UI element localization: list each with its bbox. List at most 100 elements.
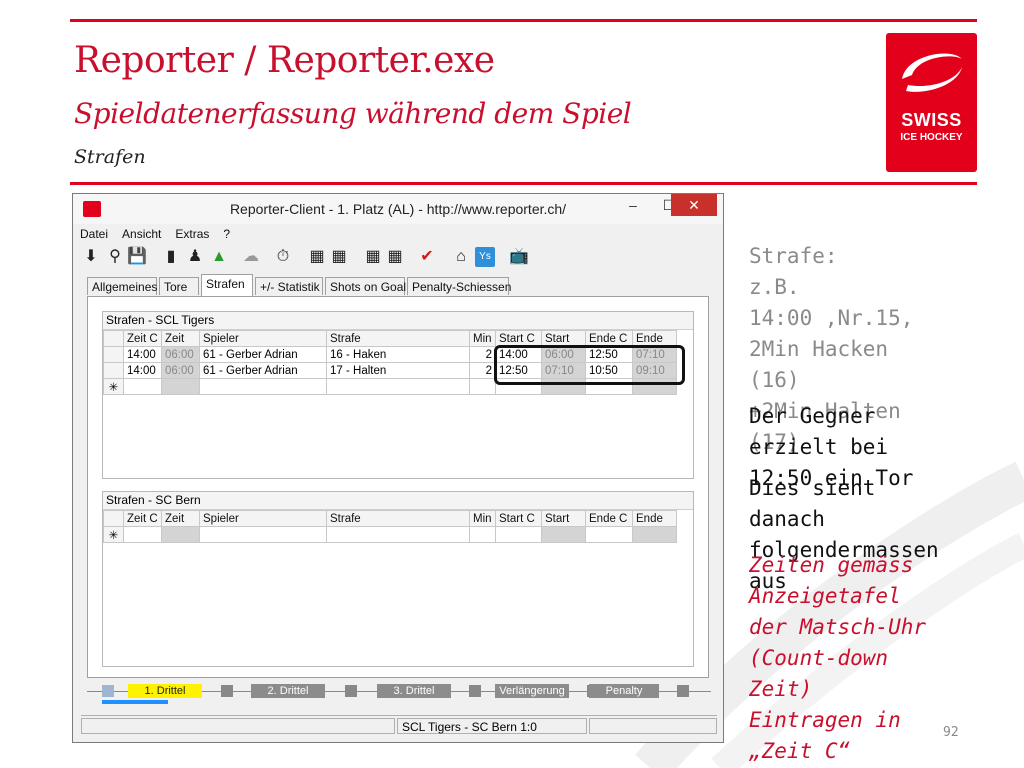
new-row[interactable]: ✳	[103, 526, 677, 543]
tab-penalty-schiessen[interactable]: Penalty-Schiessen	[407, 277, 511, 295]
players-icon[interactable]: ♟	[185, 247, 205, 267]
start-ende-highlight-box	[494, 345, 685, 385]
close-button[interactable]: ✕	[671, 194, 717, 216]
col-strafe[interactable]: Strafe	[326, 510, 470, 527]
home-group-title: Strafen - SCL Tigers	[103, 312, 693, 330]
col-spieler[interactable]: Spieler	[199, 510, 327, 527]
period-marker[interactable]	[345, 685, 357, 697]
row-header-cell	[103, 510, 124, 527]
team-b-icon[interactable]: ▦	[329, 247, 349, 267]
status-field-right	[589, 718, 717, 734]
tab-shots-on-goal[interactable]: Shots on Goal	[325, 277, 406, 295]
cell-ende-c[interactable]	[585, 526, 633, 543]
home-icon[interactable]: ⌂	[451, 247, 471, 267]
row-header-cell	[103, 330, 124, 347]
period-2-drittel[interactable]: 2. Drittel	[251, 684, 325, 698]
new-row-marker: ✳	[103, 526, 124, 543]
status-bar: SCL Tigers - SC Bern 1:0	[81, 715, 717, 736]
col-ende-c[interactable]: Ende C	[585, 510, 633, 527]
minimize-button[interactable]: –	[615, 194, 651, 216]
lineup-a-icon[interactable]: ▦	[363, 247, 383, 267]
upload-icon[interactable]: ▲	[209, 247, 229, 267]
period-marker[interactable]	[102, 685, 114, 697]
puck-swoosh-icon	[902, 53, 962, 92]
cell-strafe[interactable]: 17 - Halten	[326, 362, 470, 379]
cell-zeit: 06:00	[161, 346, 200, 363]
col-ende[interactable]: Ende	[632, 510, 677, 527]
period-marker[interactable]	[677, 685, 689, 697]
cell-zeit-c[interactable]	[123, 526, 162, 543]
lineup-b-icon[interactable]: ▦	[385, 247, 405, 267]
menu-bar: Datei Ansicht Extras?	[73, 225, 237, 243]
menu-datei[interactable]: Datei	[73, 225, 115, 243]
title-bar[interactable]: Reporter-Client - 1. Platz (AL) - http:/…	[73, 194, 723, 224]
tab-plus-minus-statistik[interactable]: +/- Statistik	[255, 277, 323, 295]
search-icon[interactable]: ⚲	[105, 247, 125, 267]
menu-extras[interactable]: Extras	[168, 225, 216, 243]
cloud-icon[interactable]: ☁	[241, 247, 261, 267]
tab-allgemeines[interactable]: Allgemeines	[87, 277, 157, 295]
download-icon[interactable]: ⬇	[81, 247, 101, 267]
row-selector[interactable]	[103, 362, 124, 379]
cell-zeit-c[interactable]: 14:00	[123, 346, 162, 363]
cell-spieler[interactable]: 61 - Gerber Adrian	[199, 346, 327, 363]
menu-help[interactable]: ?	[216, 225, 237, 243]
clipboard-icon[interactable]: ▮	[161, 247, 181, 267]
period-penalty[interactable]: Penalty	[589, 684, 659, 698]
cell-start-c[interactable]	[495, 526, 542, 543]
col-spieler[interactable]: Spieler	[199, 330, 327, 347]
col-start-c[interactable]: Start C	[495, 510, 542, 527]
swiss-ice-hockey-logo: SWISS ICE HOCKEY	[886, 33, 977, 172]
slide-title: Reporter / Reporter.exe	[74, 40, 495, 81]
team-a-icon[interactable]: ▦	[307, 247, 327, 267]
ys-icon[interactable]: Ys	[475, 247, 495, 267]
stopwatch-icon[interactable]: ⏱	[273, 247, 293, 267]
period-marker[interactable]	[221, 685, 233, 697]
cell-min[interactable]	[469, 378, 496, 395]
cell-min[interactable]	[469, 526, 496, 543]
period-1-drittel[interactable]: 1. Drittel	[128, 684, 202, 698]
cell-min[interactable]: 2	[469, 346, 496, 363]
cell-spieler[interactable]	[199, 526, 327, 543]
cell-zeit	[161, 526, 200, 543]
col-min[interactable]: Min	[469, 510, 496, 527]
period-3-drittel[interactable]: 3. Drittel	[377, 684, 451, 698]
tab-tore[interactable]: Tore	[159, 277, 199, 295]
logo-line1: SWISS	[901, 110, 962, 130]
cell-ende	[632, 526, 677, 543]
menu-ansicht[interactable]: Ansicht	[115, 225, 168, 243]
cell-strafe[interactable]: 16 - Haken	[326, 346, 470, 363]
col-strafe[interactable]: Strafe	[326, 330, 470, 347]
cell-strafe[interactable]	[326, 526, 470, 543]
status-score: SCL Tigers - SC Bern 1:0	[397, 718, 587, 734]
slide-section: Strafen	[74, 146, 146, 168]
slide-subtitle: Spieldatenerfassung während dem Spiel	[74, 97, 632, 130]
col-zeit[interactable]: Zeit	[161, 510, 200, 527]
away-penalties-grid: Zeit C Zeit Spieler Strafe Min Start C S…	[103, 510, 677, 543]
tab-strafen[interactable]: Strafen	[201, 274, 253, 296]
row-selector[interactable]	[103, 346, 124, 363]
save-icon[interactable]: 💾	[127, 247, 147, 267]
col-zeit[interactable]: Zeit	[161, 330, 200, 347]
cell-zeit	[161, 378, 200, 395]
cell-spieler[interactable]	[199, 378, 327, 395]
col-zeit-c[interactable]: Zeit C	[123, 330, 162, 347]
checkmark-icon[interactable]: ✔	[417, 247, 437, 267]
cell-zeit-c[interactable]	[123, 378, 162, 395]
col-start[interactable]: Start	[541, 510, 586, 527]
bottom-divider	[70, 182, 977, 185]
tv-icon[interactable]: 📺	[509, 247, 529, 267]
period-verlaengerung[interactable]: Verlängerung	[495, 684, 569, 698]
cell-min[interactable]: 2	[469, 362, 496, 379]
page-number: 92	[943, 725, 959, 740]
cell-start	[541, 526, 586, 543]
logo-line2: ICE HOCKEY	[900, 132, 963, 143]
new-row-marker: ✳	[103, 378, 124, 395]
col-min[interactable]: Min	[469, 330, 496, 347]
cell-zeit-c[interactable]: 14:00	[123, 362, 162, 379]
cell-spieler[interactable]: 61 - Gerber Adrian	[199, 362, 327, 379]
cell-zeit: 06:00	[161, 362, 200, 379]
period-marker[interactable]	[469, 685, 481, 697]
cell-strafe[interactable]	[326, 378, 470, 395]
col-zeit-c[interactable]: Zeit C	[123, 510, 162, 527]
